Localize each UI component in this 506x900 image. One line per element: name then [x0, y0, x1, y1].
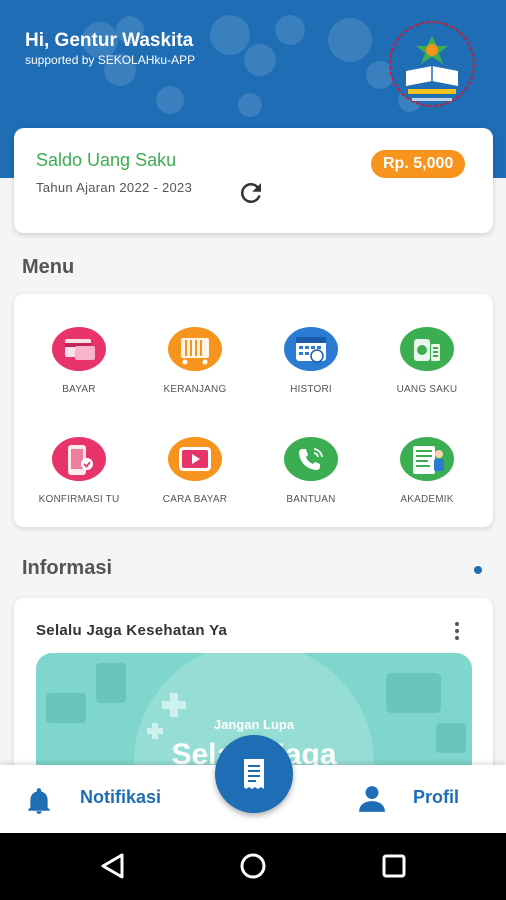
menu-item-uang-saku[interactable]: UANG SAKU	[372, 326, 482, 416]
menu-item-label: AKADEMIK	[400, 494, 454, 505]
greeting-text: Hi, Gentur Waskita	[25, 30, 194, 51]
menu-section-title: Menu	[22, 256, 75, 278]
menu-item-label: KONFIRMASI TU	[38, 494, 120, 505]
receipt-icon	[244, 759, 264, 789]
info-section-title: Informasi	[22, 557, 113, 579]
menu-item-label: KERANJANG	[163, 384, 227, 395]
saldo-amount-badge: Rp. 5,000	[371, 150, 466, 178]
more-vert-icon[interactable]	[450, 620, 464, 642]
bell-icon	[28, 788, 50, 814]
menu-item-keranjang[interactable]: KERANJANG	[140, 326, 250, 416]
school-logo-icon	[389, 21, 475, 107]
saldo-title: Saldo Uang Saku	[36, 150, 177, 170]
saldo-card[interactable]: Saldo Uang Saku Tahun Ajaran 2022 - 2023…	[14, 128, 493, 233]
academic-icon	[400, 437, 454, 481]
home-icon[interactable]	[238, 851, 268, 881]
info-card-title: Selalu Jaga Kesehatan Ya	[36, 622, 228, 639]
nav-notifikasi[interactable]: Notifikasi	[20, 765, 190, 833]
refresh-icon[interactable]	[236, 178, 266, 208]
nav-profil-label: Profil	[413, 787, 460, 807]
menu-item-label: CARA BAYAR	[162, 494, 228, 505]
menu-item-label: UANG SAKU	[396, 384, 458, 395]
menu-item-label: HISTORI	[290, 384, 332, 395]
cart-icon	[168, 327, 222, 371]
menu-item-konfirmasi-tu[interactable]: KONFIRMASI TU	[24, 436, 134, 526]
banner-subtitle: Jangan Lupa	[213, 717, 295, 732]
menu-item-bayar[interactable]: BAYAR	[24, 326, 134, 416]
saldo-year: Tahun Ajaran 2022 - 2023	[36, 180, 193, 195]
menu-item-label: BANTUAN	[286, 494, 336, 505]
nav-notifikasi-label: Notifikasi	[80, 787, 162, 807]
phone-confirm-icon	[52, 437, 106, 481]
recents-icon[interactable]	[379, 851, 409, 881]
menu-item-cara-bayar[interactable]: CARA BAYAR	[140, 436, 250, 526]
calendar-icon	[284, 327, 338, 371]
nav-profil[interactable]: Profil	[355, 765, 485, 833]
menu-item-bantuan[interactable]: BANTUAN	[256, 436, 366, 526]
menu-item-histori[interactable]: HISTORI	[256, 326, 366, 416]
menu-item-akademik[interactable]: AKADEMIK	[372, 436, 482, 526]
wallet-icon	[400, 327, 454, 371]
system-nav-bar	[0, 833, 506, 900]
back-icon[interactable]	[98, 851, 128, 881]
menu-item-label: BAYAR	[62, 384, 96, 395]
support-text: supported by SEKOLAHku-APP	[25, 53, 196, 67]
payment-icon	[52, 327, 106, 371]
person-icon	[359, 786, 385, 812]
center-fab-button[interactable]	[215, 735, 293, 813]
page-indicator-dot	[474, 566, 482, 574]
menu-card: BAYAR KERANJANG HISTORI UANG SAKU KONFIR…	[14, 294, 493, 527]
video-icon	[168, 437, 222, 481]
call-icon	[284, 437, 338, 481]
